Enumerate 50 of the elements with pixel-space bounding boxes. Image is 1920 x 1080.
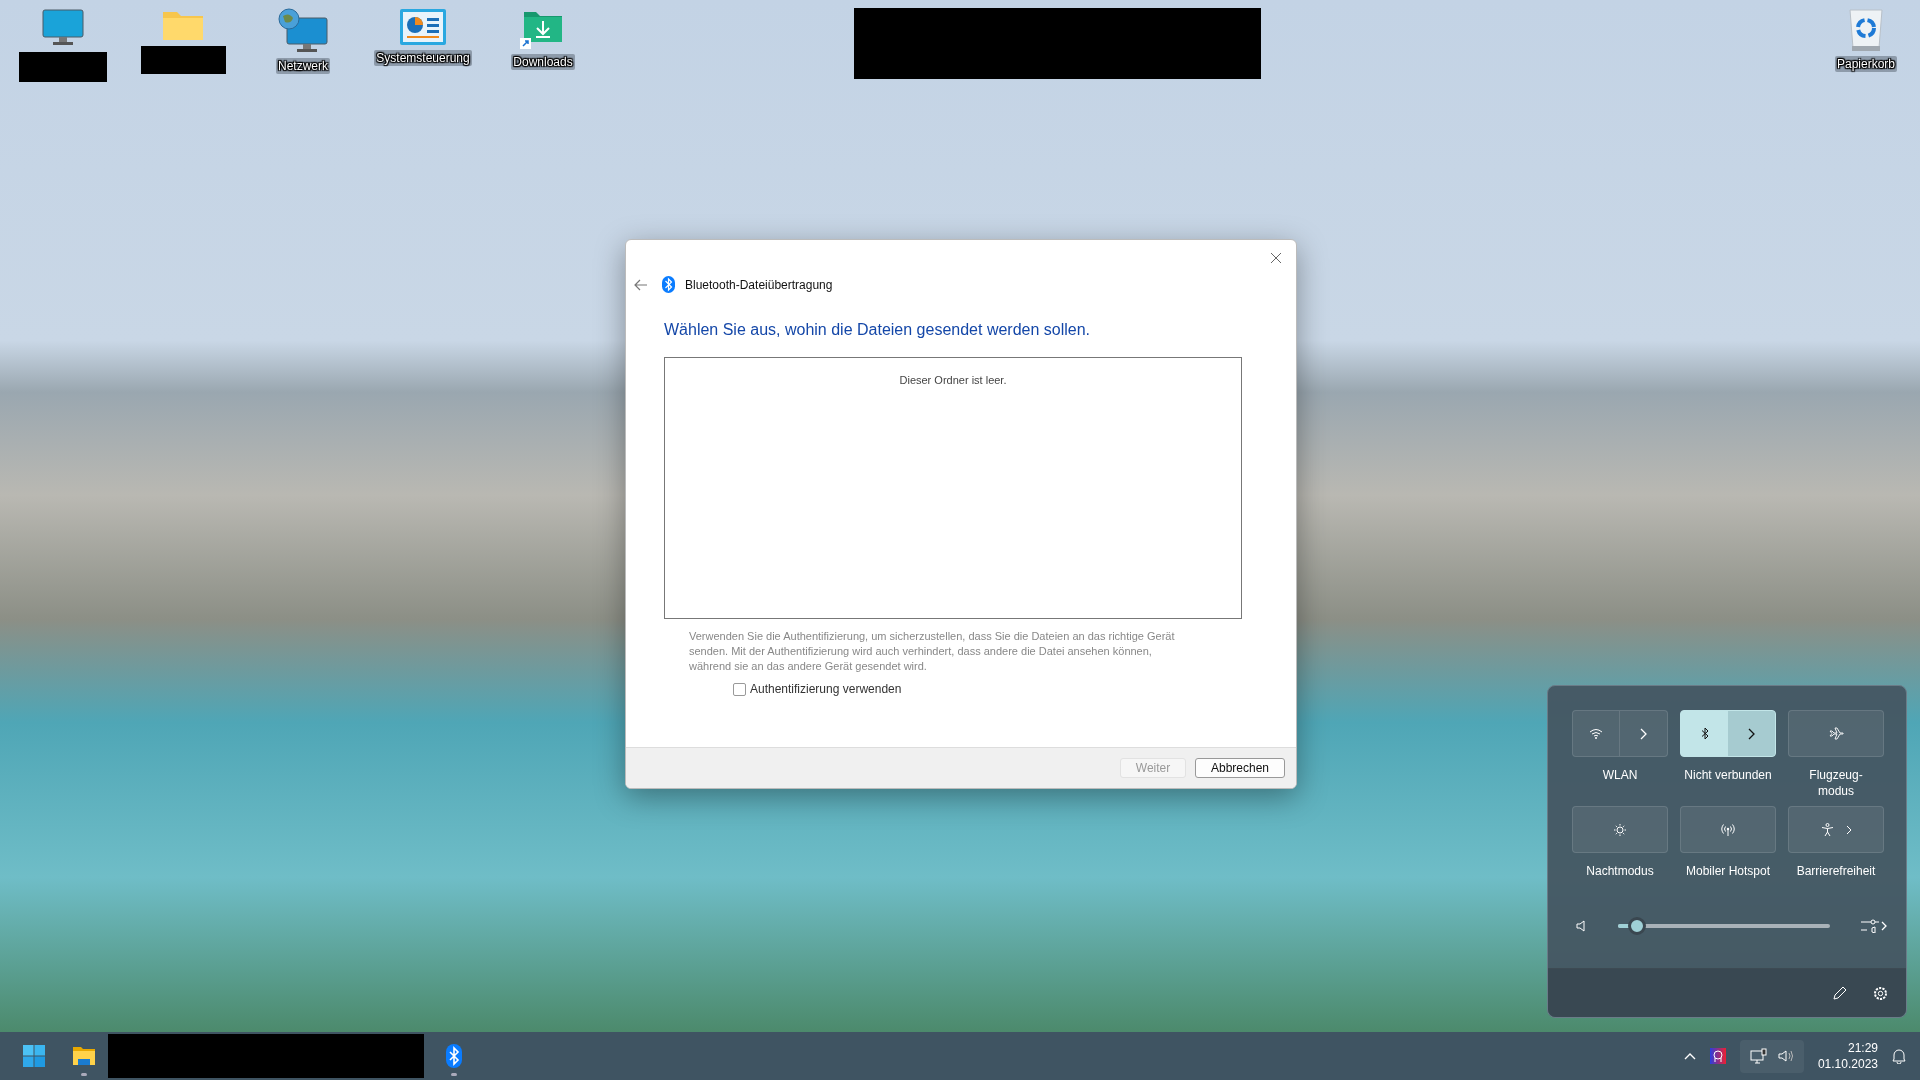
bluetooth-icon [1700, 727, 1709, 740]
network-icon [1749, 1047, 1768, 1065]
globe-monitor-icon[interactable] [277, 8, 329, 54]
monitor-icon[interactable] [41, 8, 85, 48]
desktop-icon-label[interactable]: Netzwerk [276, 58, 330, 74]
wifi-icon [1589, 728, 1603, 739]
audio-output-icon[interactable] [1860, 919, 1888, 933]
tile-label: WLAN [1601, 767, 1639, 783]
speaker-icon[interactable] [1576, 920, 1588, 932]
desktop-icon-label[interactable]: Systemsteuerung [374, 50, 472, 66]
tile-label: Nachtmodus [1585, 863, 1655, 879]
brightness-icon [1613, 822, 1627, 837]
recycle-bin-icon[interactable] [1848, 8, 1884, 52]
toggle-tile[interactable] [1680, 710, 1776, 757]
desktop-icon-label[interactable]: Downloads [511, 54, 575, 70]
clock-button[interactable]: 21:29 01.10.2023 [1817, 1040, 1878, 1072]
chevron-right-icon [1748, 727, 1755, 740]
control-panel-icon[interactable] [399, 8, 447, 46]
system-status-button[interactable] [1739, 1039, 1804, 1073]
accessibility-icon [1820, 822, 1834, 837]
checkbox[interactable] [733, 682, 746, 696]
antenna-icon [1721, 822, 1735, 837]
empty-list-message: Dieser Ordner ist leer. [899, 374, 1007, 386]
window-title: Bluetooth-Dateiübertragung [685, 277, 833, 292]
folder-icon [72, 1045, 96, 1067]
description-text: Verwenden Sie die Authentifizierung, um sicherzustellen, dass Sie die Dateien an das richtige Gerät senden. Mit der Authentifizierung wird auch verhindert, dass andere die Datei ansehen können, während sie an das andere Gerät gesendet wird. [689, 629, 1176, 674]
instruction-heading: Wählen Sie aus, wohin die Dateien gesendet werden sollen. [664, 321, 1092, 339]
close-icon[interactable] [1270, 252, 1282, 264]
chevron-right-icon [1640, 727, 1647, 740]
tile-label: Flugzeug-modus [1808, 767, 1864, 799]
slider-thumb[interactable] [1627, 917, 1646, 935]
chevron-up-icon[interactable] [1683, 1052, 1696, 1060]
device-list[interactable]: Dieser Ordner ist leer. [664, 357, 1242, 619]
tile-label: Nicht verbunden [1683, 767, 1773, 783]
bluetooth-icon [446, 1044, 462, 1068]
settings-icon[interactable] [1873, 985, 1888, 1001]
speaker-icon [1777, 1049, 1794, 1063]
airplane-icon [1828, 727, 1844, 740]
pencil-icon[interactable] [1833, 986, 1847, 1000]
desktop-icon-label[interactable]: Papierkorb [1835, 56, 1897, 72]
app-tray-icon[interactable] [1709, 1048, 1726, 1064]
bell-icon[interactable] [1892, 1048, 1906, 1064]
tile-label: Barrierefreiheit [1795, 863, 1877, 879]
chevron-right-icon [1845, 824, 1852, 835]
dialog-button[interactable]: Abbrechen [1195, 758, 1285, 778]
windows-logo-icon [23, 1045, 45, 1067]
checkbox-label[interactable]: Authentifizierung verwenden [750, 682, 902, 696]
back-arrow-icon[interactable] [634, 278, 648, 291]
tile-label: Mobiler Hotspot [1684, 863, 1771, 879]
bluetooth-icon [662, 276, 675, 293]
